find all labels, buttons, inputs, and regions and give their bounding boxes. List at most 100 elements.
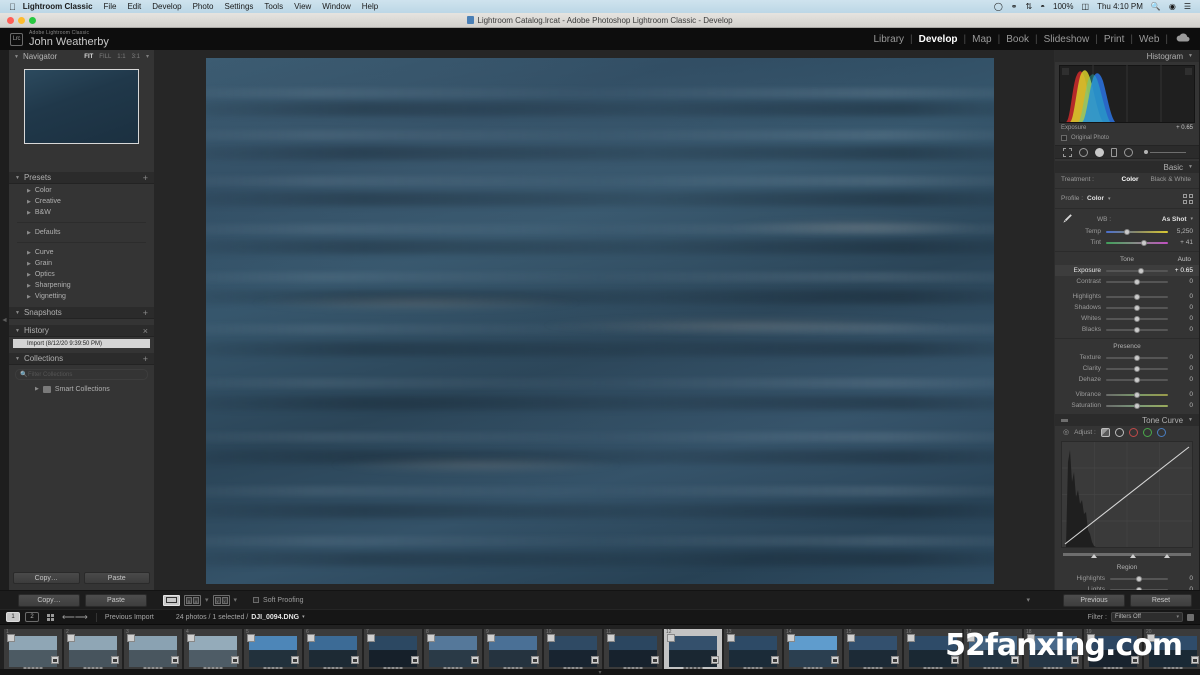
thumbnail-develop-badge[interactable] xyxy=(651,656,659,664)
thumbnail-flag-badge[interactable] xyxy=(127,634,135,642)
preset-group-sharpening[interactable]: ▶ Sharpening xyxy=(9,281,154,290)
filmstrip-resize-handle[interactable]: ▾ xyxy=(0,669,1200,675)
chevron-right-icon[interactable]: ▶ xyxy=(27,199,31,205)
menu-photo[interactable]: Photo xyxy=(193,2,214,11)
texture-slider[interactable] xyxy=(1106,352,1168,363)
chevron-down-icon[interactable]: ▼ xyxy=(15,328,20,334)
thumbnail-develop-badge[interactable] xyxy=(711,656,719,664)
add-collection-icon[interactable]: + xyxy=(143,354,148,364)
menu-lightroom-classic[interactable]: Lightroom Classic xyxy=(23,2,93,11)
presets-header[interactable]: ▼ Presets + xyxy=(9,172,154,184)
navigate-back-icon[interactable]: ⟵ xyxy=(62,612,75,623)
chevron-right-icon[interactable]: ▶ xyxy=(27,210,31,216)
thumbnail-develop-badge[interactable] xyxy=(351,656,359,664)
contrast-slider[interactable] xyxy=(1106,276,1168,287)
chevron-down-icon[interactable]: ▼ xyxy=(15,310,20,316)
zoom-1-1[interactable]: 1:1 xyxy=(117,54,125,60)
filmstrip-thumbnail[interactable]: 15 xyxy=(844,629,902,671)
filter-select[interactable]: Filters Off ▾ xyxy=(1111,612,1183,622)
blacks-value[interactable]: 0 xyxy=(1173,326,1193,333)
thumbnail-flag-badge[interactable] xyxy=(547,634,555,642)
chevron-right-icon[interactable]: ▶ xyxy=(27,283,31,289)
reset-button[interactable]: Reset xyxy=(1130,593,1192,607)
histogram-graph[interactable] xyxy=(1059,65,1195,123)
bluetooth-icon[interactable]: ⇅ xyxy=(1025,2,1032,11)
filmstrip-thumbnail[interactable]: 10 xyxy=(544,629,602,671)
menu-tools[interactable]: Tools xyxy=(264,2,283,11)
checkbox-icon[interactable] xyxy=(253,597,260,603)
thumbnail-develop-badge[interactable] xyxy=(291,656,299,664)
chevron-down-icon[interactable]: ▼ xyxy=(1188,417,1193,423)
temp-value[interactable]: 5,250 xyxy=(1173,228,1193,235)
thumbnail-flag-badge[interactable] xyxy=(787,634,795,642)
treatment-color-option[interactable]: Color xyxy=(1122,176,1139,183)
navigator-preview[interactable] xyxy=(24,69,139,144)
second-monitor-button[interactable]: 2 xyxy=(25,612,39,622)
thumbnail-develop-badge[interactable] xyxy=(411,656,419,664)
menu-settings[interactable]: Settings xyxy=(225,2,254,11)
snapshots-header[interactable]: ▼ Snapshots + xyxy=(9,307,154,319)
before-after-icon[interactable]: BA xyxy=(184,594,201,606)
shadows-slider[interactable] xyxy=(1106,302,1168,313)
clear-history-icon[interactable]: × xyxy=(143,326,148,336)
preset-group-creative[interactable]: ▶ Creative xyxy=(9,197,154,206)
radial-filter-icon[interactable] xyxy=(1124,147,1133,157)
loupe-view-icon[interactable] xyxy=(163,594,180,606)
module-web[interactable]: Web xyxy=(1133,34,1165,45)
panel-switch-icon[interactable] xyxy=(1061,418,1068,422)
filmstrip-thumbnail[interactable]: 3 xyxy=(124,629,182,671)
thumbnail-flag-badge[interactable] xyxy=(367,634,375,642)
thumbnail-develop-badge[interactable] xyxy=(51,656,59,664)
menu-view[interactable]: View xyxy=(294,2,311,11)
thumbnail-develop-badge[interactable] xyxy=(771,656,779,664)
menu-window[interactable]: Window xyxy=(322,2,350,11)
thumbnail-flag-badge[interactable] xyxy=(427,634,435,642)
thumbnail-flag-badge[interactable] xyxy=(907,634,915,642)
paste-button[interactable]: Paste xyxy=(83,572,150,584)
clarity-value[interactable]: 0 xyxy=(1173,365,1193,372)
image-viewport[interactable] xyxy=(154,50,1054,590)
zoom-menu-chevron-icon[interactable]: ▾ xyxy=(146,53,149,60)
thumbnail-develop-badge[interactable] xyxy=(471,656,479,664)
filter-lock-icon[interactable] xyxy=(1187,613,1194,621)
whites-slider[interactable] xyxy=(1106,313,1168,324)
saturation-value[interactable]: 0 xyxy=(1173,402,1193,409)
region-highlights-slider[interactable] xyxy=(1110,573,1168,584)
collections-header[interactable]: ▼ Collections + xyxy=(9,353,154,365)
before-after-split-icon[interactable]: YY xyxy=(212,594,230,606)
shadows-value[interactable]: 0 xyxy=(1173,304,1193,311)
filmstrip-thumbnail[interactable]: 2 xyxy=(64,629,122,671)
filmstrip-thumbnail[interactable]: 13 xyxy=(724,629,782,671)
whites-value[interactable]: 0 xyxy=(1173,315,1193,322)
thumbnail-flag-badge[interactable] xyxy=(727,634,735,642)
cloud-sync-icon[interactable] xyxy=(1176,33,1190,45)
filmstrip-thumbnail[interactable]: 9 xyxy=(484,629,542,671)
zoom-3-1[interactable]: 3:1 xyxy=(132,54,140,60)
wifi-icon[interactable]: ◓ xyxy=(1040,2,1045,11)
dehaze-slider[interactable] xyxy=(1106,374,1168,385)
preset-group-grain[interactable]: ▶ Grain xyxy=(9,259,154,268)
spot-removal-icon[interactable] xyxy=(1079,147,1088,157)
zoom-fill[interactable]: FILL xyxy=(99,54,111,60)
tone-curve-range-sliders[interactable] xyxy=(1063,550,1191,559)
white-balance-selector-icon[interactable] xyxy=(1061,213,1073,225)
soft-proofing-checkbox[interactable]: Soft Proofing xyxy=(253,597,304,604)
module-library[interactable]: Library xyxy=(867,34,910,45)
menu-edit[interactable]: Edit xyxy=(127,2,141,11)
collections-filter-input[interactable]: 🔍 Filter Collections xyxy=(15,369,148,380)
dropbox-icon[interactable]: ◯ xyxy=(994,2,1003,11)
parametric-curve-icon[interactable] xyxy=(1100,427,1110,437)
profile-chevron-icon[interactable]: ▾ xyxy=(1108,196,1111,202)
chevron-right-icon[interactable]: ▶ xyxy=(27,294,31,300)
region-highlights-value[interactable]: 0 xyxy=(1173,575,1193,582)
profile-value[interactable]: Color xyxy=(1087,195,1104,202)
tone-curve-header[interactable]: Tone Curve ▼ xyxy=(1055,414,1199,426)
saturation-slider[interactable] xyxy=(1106,400,1168,411)
siri-icon[interactable]: ◉ xyxy=(1169,2,1176,11)
vibrance-value[interactable]: 0 xyxy=(1173,391,1193,398)
thumbnail-flag-badge[interactable] xyxy=(487,634,495,642)
filmstrip-thumbnail[interactable]: 1 xyxy=(4,629,62,671)
thumbnail-develop-badge[interactable] xyxy=(891,656,899,664)
previous-button[interactable]: Previous xyxy=(1063,593,1125,607)
thumbnail-develop-badge[interactable] xyxy=(831,656,839,664)
